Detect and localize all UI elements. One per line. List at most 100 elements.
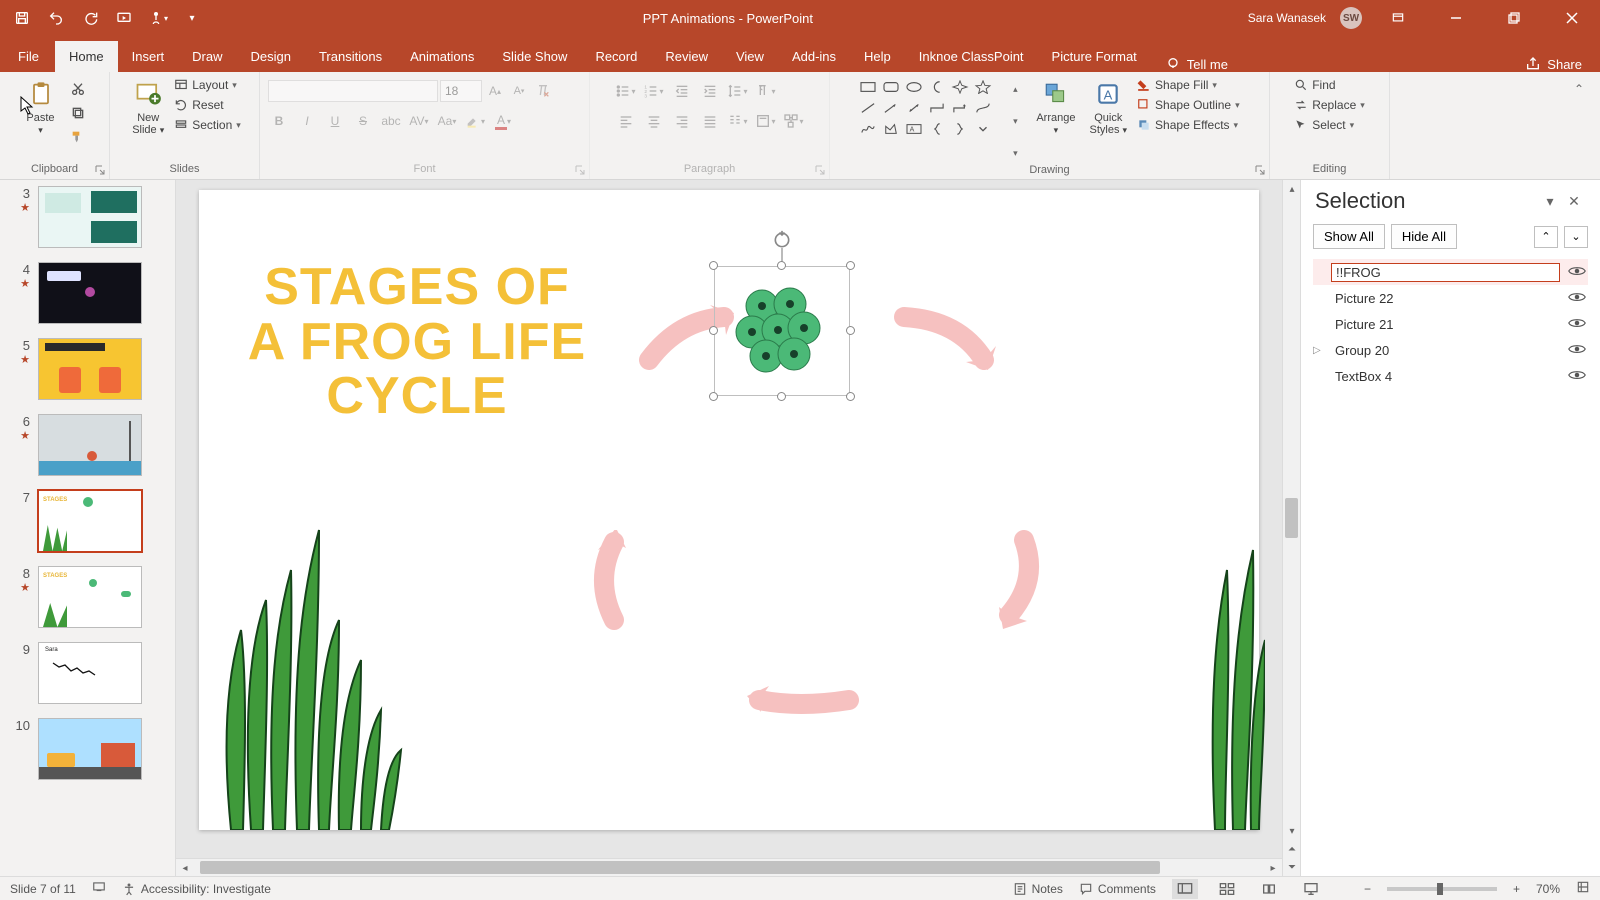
align-left-icon[interactable] <box>615 110 637 132</box>
shape-scribble[interactable] <box>859 122 877 136</box>
tab-help[interactable]: Help <box>850 41 905 72</box>
fit-to-window-icon[interactable] <box>1576 880 1590 897</box>
selection-item[interactable]: !!FROG <box>1313 259 1588 285</box>
arrange-button[interactable]: Arrange▾ <box>1032 76 1079 138</box>
tab-draw[interactable]: Draw <box>178 41 236 72</box>
shape-oval[interactable] <box>905 80 923 94</box>
scroll-down-icon[interactable]: ▾ <box>1283 822 1301 840</box>
expand-icon[interactable]: ▷ <box>1313 345 1325 356</box>
increase-indent-icon[interactable] <box>699 80 721 102</box>
drawing-launcher-icon[interactable] <box>1254 164 1266 176</box>
tab-view[interactable]: View <box>722 41 778 72</box>
shapes-gallery[interactable]: A <box>859 80 994 140</box>
collapse-ribbon-icon[interactable]: ⌃ <box>1568 78 1590 100</box>
show-all-button[interactable]: Show All <box>1313 224 1385 249</box>
customize-qat-icon[interactable]: ▾ <box>180 6 204 30</box>
selection-pane-close-icon[interactable]: ✕ <box>1562 189 1586 213</box>
thumbnail-slide-9[interactable]: 9Sara <box>8 642 167 704</box>
shape-double-arrow[interactable] <box>905 101 923 115</box>
columns-icon[interactable]: ▾ <box>727 110 749 132</box>
selection-item-name[interactable]: Group 20 <box>1331 341 1560 360</box>
user-avatar[interactable]: SW <box>1340 7 1362 29</box>
justify-icon[interactable] <box>699 110 721 132</box>
tab-inknoe-classpoint[interactable]: Inknoe ClassPoint <box>905 41 1038 72</box>
selection-item-name[interactable]: Picture 21 <box>1331 315 1560 334</box>
section-button[interactable]: Section▾ <box>174 118 241 132</box>
selected-object-frame[interactable] <box>714 266 850 396</box>
font-color-icon[interactable]: A▾ <box>492 110 514 132</box>
clear-formatting-icon[interactable] <box>532 80 554 102</box>
shape-star5[interactable] <box>974 80 992 94</box>
shape-rounded-rectangle[interactable] <box>882 80 900 94</box>
tab-addins[interactable]: Add-ins <box>778 41 850 72</box>
selection-item-name[interactable]: TextBox 4 <box>1331 367 1560 386</box>
shapes-more-icon[interactable]: ▾ <box>1004 142 1026 164</box>
shape-star4[interactable] <box>951 80 969 94</box>
align-text-icon[interactable]: ▾ <box>755 110 777 132</box>
next-slide-icon[interactable]: ⏷ <box>1283 858 1301 876</box>
shape-arrow-line[interactable] <box>882 101 900 115</box>
thumbnail-slide-7[interactable]: 7STAGES <box>8 490 167 552</box>
notes-button[interactable]: Notes <box>1013 882 1063 896</box>
zoom-out-button[interactable]: − <box>1364 882 1371 896</box>
shape-rectangle[interactable] <box>859 80 877 94</box>
tab-design[interactable]: Design <box>237 41 305 72</box>
hide-all-button[interactable]: Hide All <box>1391 224 1457 249</box>
numbering-icon[interactable]: 123▾ <box>643 80 665 102</box>
accessibility-checker[interactable]: Accessibility: Investigate <box>122 882 271 896</box>
italic-icon[interactable]: I <box>296 110 318 132</box>
shape-curved-connector[interactable] <box>974 101 992 115</box>
normal-view-icon[interactable] <box>1172 879 1198 899</box>
tab-animations[interactable]: Animations <box>396 41 488 72</box>
thumbnail-slide-10[interactable]: 10 <box>8 718 167 780</box>
shape-freeform[interactable] <box>882 122 900 136</box>
font-launcher-icon[interactable] <box>574 164 586 176</box>
tab-insert[interactable]: Insert <box>118 41 179 72</box>
reading-view-icon[interactable] <box>1256 879 1282 899</box>
tab-review[interactable]: Review <box>651 41 722 72</box>
user-name[interactable]: Sara Wanasek <box>1248 11 1326 25</box>
highlight-icon[interactable]: ▾ <box>464 110 486 132</box>
increase-font-icon[interactable]: A▴ <box>484 80 506 102</box>
vertical-scrollbar[interactable]: ▴ ▾ ⏶ ⏷ <box>1282 180 1300 876</box>
line-spacing-icon[interactable]: ▾ <box>727 80 749 102</box>
minimize-icon[interactable] <box>1434 0 1478 36</box>
shape-brace-left[interactable] <box>928 122 946 136</box>
selection-item[interactable]: Picture 21 <box>1313 311 1588 337</box>
selection-item-name[interactable]: Picture 22 <box>1331 289 1560 308</box>
thumbnail-slide-3[interactable]: 3★ <box>8 186 167 248</box>
format-painter-icon[interactable] <box>67 126 89 148</box>
decrease-indent-icon[interactable] <box>671 80 693 102</box>
share-button[interactable]: Share <box>1507 56 1600 72</box>
scroll-up-icon[interactable]: ▴ <box>1283 180 1301 198</box>
visibility-toggle-icon[interactable] <box>1566 368 1588 385</box>
tab-transitions[interactable]: Transitions <box>305 41 396 72</box>
scroll-left-icon[interactable]: ◂ <box>176 859 194 877</box>
slide-sorter-view-icon[interactable] <box>1214 879 1240 899</box>
v-scroll-thumb[interactable] <box>1285 498 1298 538</box>
slideshow-view-icon[interactable] <box>1298 879 1324 899</box>
underline-icon[interactable]: U <box>324 110 346 132</box>
cut-icon[interactable] <box>67 78 89 100</box>
shape-brace-right[interactable] <box>951 122 969 136</box>
move-up-button[interactable]: ⌃ <box>1534 226 1558 248</box>
reset-button[interactable]: Reset <box>174 98 241 112</box>
select-button[interactable]: Select▾ <box>1294 118 1365 132</box>
new-slide-button[interactable]: New Slide ▾ <box>128 76 168 138</box>
clipboard-launcher-icon[interactable] <box>94 164 106 176</box>
tab-slideshow[interactable]: Slide Show <box>488 41 581 72</box>
tab-file[interactable]: File <box>4 41 53 72</box>
start-from-beginning-icon[interactable] <box>112 6 136 30</box>
shape-fill-button[interactable]: Shape Fill▾ <box>1137 78 1240 92</box>
selection-item-name[interactable]: !!FROG <box>1331 263 1560 282</box>
text-direction-icon[interactable]: ▾ <box>755 80 777 102</box>
tab-record[interactable]: Record <box>581 41 651 72</box>
replace-button[interactable]: Replace▾ <box>1294 98 1365 112</box>
align-right-icon[interactable] <box>671 110 693 132</box>
selection-item[interactable]: TextBox 4 <box>1313 363 1588 389</box>
maximize-icon[interactable] <box>1492 0 1536 36</box>
thumbnail-slide-5[interactable]: 5★ <box>8 338 167 400</box>
close-icon[interactable] <box>1550 0 1594 36</box>
tab-home[interactable]: Home <box>55 41 118 72</box>
language-indicator-icon[interactable] <box>92 880 106 897</box>
